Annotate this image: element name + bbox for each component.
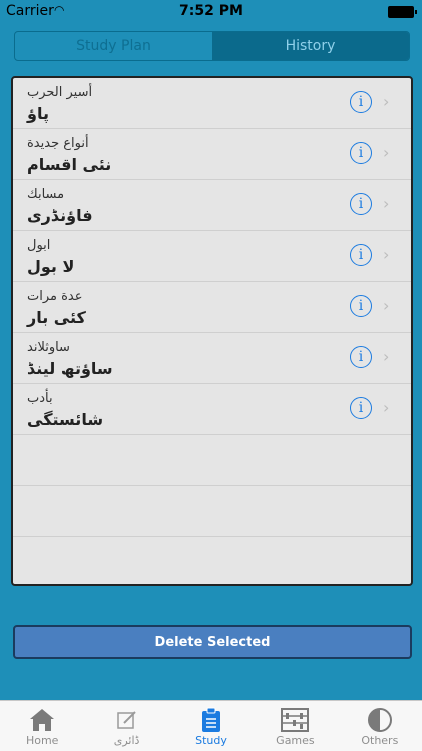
chevron-right-icon: ›: [383, 194, 390, 213]
tab-study[interactable]: Study: [169, 701, 253, 751]
urdu-word: شائستگی: [27, 410, 104, 429]
list-item[interactable]: ابول لا بول i ›: [13, 231, 411, 282]
chevron-right-icon: ›: [383, 296, 390, 315]
empty-row: [13, 486, 411, 537]
tab-label: Study: [195, 734, 227, 747]
info-icon[interactable]: i: [350, 295, 372, 317]
arabic-word: مسابك: [27, 187, 65, 202]
chevron-right-icon: ›: [383, 347, 390, 366]
list-item[interactable]: عدة مرات کئی بار i ›: [13, 282, 411, 333]
abacus-icon: [280, 706, 310, 734]
tab-label: Home: [25, 734, 59, 747]
clipboard-icon: [200, 706, 222, 734]
empty-row: [13, 435, 411, 486]
tab-others[interactable]: Others: [338, 701, 422, 751]
urdu-word: کئی بار: [27, 308, 86, 327]
arabic-word: ابول: [27, 238, 51, 253]
tab-bar: Home ڈائری Study Games Others: [0, 700, 422, 751]
chevron-right-icon: ›: [383, 245, 390, 264]
tab-label: Games: [276, 734, 315, 747]
info-icon[interactable]: i: [350, 397, 372, 419]
info-icon[interactable]: i: [350, 244, 372, 266]
tab-home[interactable]: Home: [0, 701, 84, 751]
tab-history[interactable]: History: [212, 32, 409, 60]
edit-icon: [115, 706, 139, 734]
list-item[interactable]: أسير الحرب پاؤ i ›: [13, 78, 411, 129]
info-icon[interactable]: i: [350, 142, 372, 164]
chevron-right-icon: ›: [383, 92, 390, 111]
delete-selected-button[interactable]: Delete Selected: [13, 625, 412, 659]
urdu-word: لا بول: [27, 257, 75, 276]
home-icon: [28, 706, 56, 734]
status-bar: Carrier ◠ 7:52 PM: [0, 0, 422, 22]
chevron-right-icon: ›: [383, 143, 390, 162]
tab-label: ڈائری: [113, 734, 140, 747]
info-icon[interactable]: i: [350, 346, 372, 368]
arabic-word: بأدب: [27, 391, 53, 406]
chevron-right-icon: ›: [383, 398, 390, 417]
tab-study-plan[interactable]: Study Plan: [15, 32, 212, 60]
urdu-word: فاؤنڈری: [27, 206, 93, 225]
info-icon[interactable]: i: [350, 91, 372, 113]
urdu-word: نئی اقسام: [27, 155, 112, 174]
half-circle-icon: [367, 706, 393, 734]
list-item[interactable]: أنواع جديدة نئی اقسام i ›: [13, 129, 411, 180]
arabic-word: عدة مرات: [27, 289, 83, 304]
battery-icon: [388, 6, 417, 18]
history-list: أسير الحرب پاؤ i › أنواع جديدة نئی اقسام…: [11, 76, 413, 586]
tab-games[interactable]: Games: [253, 701, 337, 751]
empty-row: [13, 537, 411, 584]
info-icon[interactable]: i: [350, 193, 372, 215]
list-item[interactable]: مسابك فاؤنڈری i ›: [13, 180, 411, 231]
tab-diary[interactable]: ڈائری: [84, 701, 168, 751]
list-item[interactable]: ساوثلاند ساؤتھ لینڈ i ›: [13, 333, 411, 384]
segmented-control: Study Plan History: [14, 31, 410, 61]
arabic-word: أنواع جديدة: [27, 136, 89, 151]
clock: 7:52 PM: [179, 3, 243, 19]
tab-label: Others: [361, 734, 399, 747]
urdu-word: پاؤ: [27, 104, 49, 123]
list-item[interactable]: بأدب شائستگی i ›: [13, 384, 411, 435]
arabic-word: ساوثلاند: [27, 340, 70, 355]
arabic-word: أسير الحرب: [27, 85, 93, 100]
urdu-word: ساؤتھ لینڈ: [27, 359, 113, 378]
